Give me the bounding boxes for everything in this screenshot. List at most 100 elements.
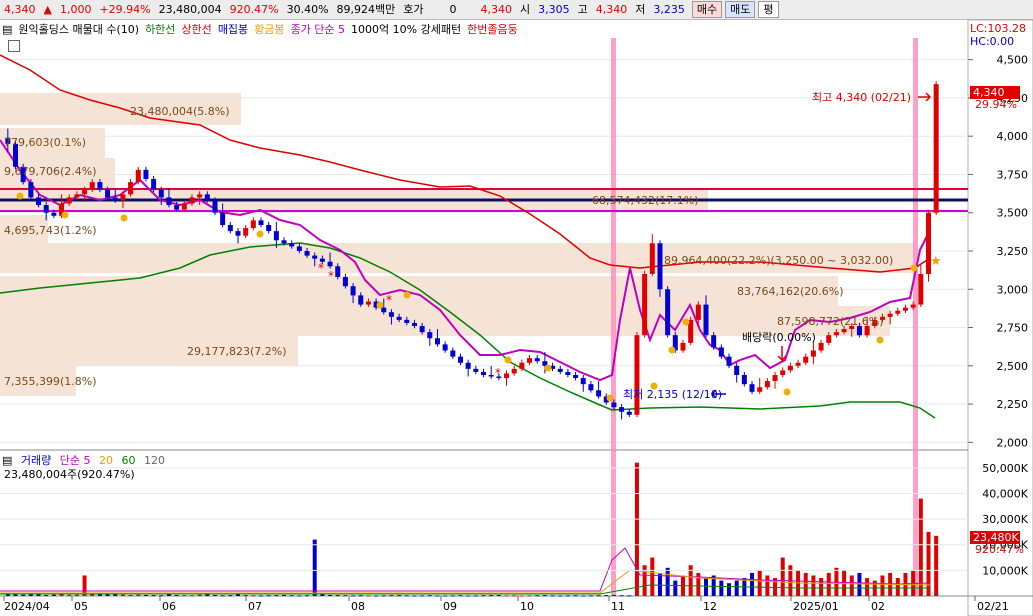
volume-bar (351, 595, 356, 597)
candle-body (342, 277, 348, 287)
volume-bar (611, 594, 616, 596)
candle-body (833, 332, 839, 336)
volume-bar (657, 572, 662, 596)
volume-bar (650, 557, 655, 596)
golden-marker (783, 388, 791, 396)
candle-body (396, 316, 402, 320)
volume-bar (458, 595, 463, 597)
candle-body (504, 373, 510, 379)
candle-body (220, 212, 226, 225)
date-tick-label: 11 (611, 600, 625, 613)
candle-body (910, 304, 916, 308)
volume-bar (59, 594, 64, 596)
volume-bar (404, 595, 409, 597)
candle-body (810, 350, 816, 357)
candle-body (388, 312, 394, 317)
volume-bar (627, 595, 632, 597)
candle-body (772, 374, 778, 382)
hc-label: HC:0.00 (970, 35, 1014, 48)
volume-bar (588, 595, 593, 597)
volume-bar (865, 578, 870, 596)
volume-legend-ma120[interactable]: 120 (144, 454, 165, 467)
candle-body (434, 338, 440, 345)
zone-label-5: 29,177,823(7.2%) (187, 345, 287, 358)
volume-tick-label: 40,000K (982, 487, 1028, 500)
candle-body (634, 335, 640, 415)
candle-body (764, 381, 770, 388)
volume-bar (880, 575, 885, 596)
volume-bar (44, 594, 49, 596)
price-tick-label: 3,750 (997, 168, 1029, 181)
volume-bar (527, 595, 532, 597)
candle-body (918, 273, 924, 305)
volume-bar (389, 595, 394, 597)
candle-body (358, 295, 364, 305)
candle-body (112, 197, 118, 201)
volume-bar (895, 578, 900, 596)
volume-bar (366, 595, 371, 597)
candle-body (258, 220, 264, 225)
golden-marker (668, 346, 676, 354)
candle-body (619, 407, 625, 412)
date-tick-label: 12 (703, 600, 717, 613)
candle-body (235, 231, 241, 236)
candle-body (143, 169, 149, 180)
volume-bar (381, 595, 386, 597)
candle-body (665, 289, 671, 336)
candle-body (473, 368, 479, 372)
date-tick-label: 05 (74, 600, 88, 613)
volume-bar (558, 595, 563, 597)
candle-body (450, 350, 456, 357)
volume-bar (67, 594, 72, 596)
candle-body (588, 384, 594, 391)
zone-label-10: 87,598,772(21.6%) (777, 315, 884, 328)
volume-bar (13, 594, 18, 596)
zone-label-1: 23,480,004(5.8%) (130, 105, 230, 118)
candle-body (181, 203, 187, 210)
candle-body (711, 335, 717, 348)
candle-body (895, 310, 901, 314)
candle-body (365, 301, 371, 305)
volume-bar (803, 572, 808, 596)
candle-body (36, 197, 42, 206)
candle-body (465, 362, 471, 369)
price-chart[interactable]: * * * * ★ 23,480,004(5.8%) 779,603(0.1%)… (0, 0, 1033, 616)
golden-marker (910, 264, 918, 272)
volume-bar (665, 567, 670, 596)
candle-body (335, 266, 341, 278)
candle-body (887, 313, 893, 317)
volume-tick-label: 10,000K (982, 564, 1028, 577)
candle-body (596, 390, 602, 397)
candle-body (511, 368, 517, 374)
golden-marker (120, 214, 128, 222)
candle-body (289, 243, 295, 247)
volume-bar (197, 594, 202, 596)
volume-bar (826, 572, 831, 596)
candle-body (680, 342, 686, 351)
candle-body (703, 304, 709, 336)
peak-arrow-icon (918, 92, 932, 102)
signal-star-icon: * (495, 366, 501, 380)
candle-body (580, 378, 586, 385)
volume-bar (734, 580, 739, 596)
golden-marker (403, 291, 411, 299)
volume-bar (236, 594, 240, 596)
candle-body (74, 194, 80, 198)
candle-body (902, 307, 908, 311)
volume-bar (704, 578, 708, 596)
price-tick-label: 4,500 (997, 54, 1029, 67)
candle-body (649, 243, 655, 274)
volume-bar (435, 595, 440, 597)
volume-bar (312, 539, 317, 596)
price-tick-label: 4,000 (997, 130, 1029, 143)
volume-bar (143, 594, 148, 596)
volume-bar (673, 580, 678, 596)
date-tick-label: 10 (520, 600, 534, 613)
candle-body (611, 402, 617, 408)
candle-body (204, 194, 210, 201)
volume-bar (21, 594, 26, 596)
candle-body (212, 200, 218, 213)
date-tick-label: 07 (248, 600, 262, 613)
candle-body (250, 220, 256, 229)
candle-body (97, 182, 103, 190)
